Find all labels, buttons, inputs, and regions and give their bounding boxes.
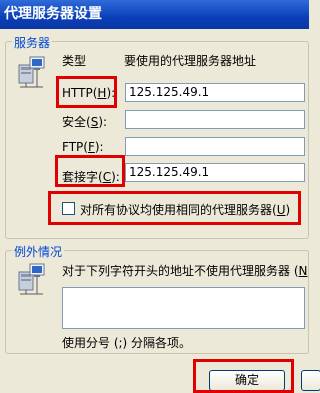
computer-network-icon (17, 262, 47, 296)
exceptions-description: 对于下列字符开头的地址不使用代理服务器 (N (62, 264, 308, 278)
socks-proxy-input[interactable]: 125.125.49.1 (125, 163, 305, 182)
servers-group-title: 服务器 (12, 34, 53, 51)
exceptions-access-key: N (298, 264, 308, 278)
cancel-button[interactable] (301, 370, 320, 391)
http-highlight-box (56, 76, 117, 108)
ftp-proxy-input[interactable] (125, 137, 305, 156)
type-header: 类型 (62, 54, 87, 68)
ftp-label: FTP(F): (62, 140, 104, 154)
window-title: 代理服务器设置 (0, 0, 309, 29)
exceptions-input[interactable] (62, 287, 305, 329)
same-proxy-highlight-box (48, 191, 301, 225)
ok-highlight-box (193, 359, 294, 393)
computer-network-icon (17, 55, 47, 89)
http-proxy-input[interactable]: 125.125.49.1 (125, 83, 305, 102)
address-header: 要使用的代理服务器地址 (124, 54, 257, 68)
exceptions-group-title: 例外情况 (12, 243, 65, 260)
exceptions-hint: 使用分号 (;) 分隔各项。 (62, 336, 192, 350)
secure-label: 安全(S): (62, 115, 108, 129)
secure-access-key: S (90, 115, 99, 129)
secure-proxy-input[interactable] (125, 110, 305, 129)
ftp-access-key: F (87, 140, 95, 154)
socks-highlight-box (55, 155, 125, 187)
